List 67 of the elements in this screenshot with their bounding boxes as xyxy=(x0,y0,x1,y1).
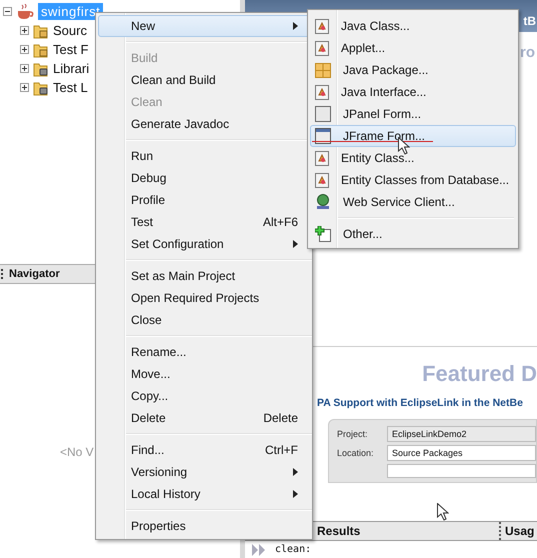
class-file-icon xyxy=(315,150,329,166)
menu-item[interactable]: Entity Class... xyxy=(310,147,516,169)
package-folder-icon xyxy=(33,42,49,58)
class-file-icon xyxy=(315,40,329,56)
menu-item[interactable]: Open Required Projects xyxy=(98,287,310,309)
menu-item[interactable]: Find... Ctrl+F xyxy=(98,439,310,461)
tree-item[interactable]: Test L xyxy=(53,80,88,95)
menu-item[interactable]: Generate Javadoc xyxy=(98,113,310,135)
coffee-cup-icon xyxy=(16,4,34,20)
empty-message: <No V xyxy=(60,445,94,459)
menu-item[interactable]: Java Package... xyxy=(310,59,516,81)
panel-title: Navigator xyxy=(9,268,60,280)
field-label: Location: xyxy=(337,448,375,458)
menu-item[interactable]: Run xyxy=(98,145,310,167)
grip-icon xyxy=(1,269,6,279)
menu-item[interactable]: Java Interface... xyxy=(310,81,516,103)
expand-toggle[interactable] xyxy=(20,83,29,92)
tree-item[interactable]: Librari xyxy=(53,61,90,76)
collapse-toggle[interactable] xyxy=(3,7,12,16)
menu-item[interactable]: Profile xyxy=(98,189,310,211)
class-file-icon xyxy=(315,172,329,188)
globe-icon xyxy=(315,194,331,210)
expand-toggle[interactable] xyxy=(20,64,29,73)
expand-toggle[interactable] xyxy=(20,26,29,35)
mouse-pointer-icon xyxy=(437,503,449,521)
menu-item[interactable]: Set Configuration xyxy=(98,233,310,255)
menu-item[interactable]: New xyxy=(98,15,310,37)
class-file-icon xyxy=(315,18,329,34)
tab-text: tB xyxy=(523,14,537,28)
menu-item[interactable]: Set as Main Project xyxy=(98,265,310,287)
package-folder-icon xyxy=(33,22,49,38)
menu-item[interactable]: Other... xyxy=(310,223,516,245)
menu-item[interactable]: Local History xyxy=(98,483,310,505)
new-file-icon xyxy=(315,226,331,242)
menu-item[interactable]: Entity Classes from Database... xyxy=(310,169,516,191)
menu-item[interactable]: Delete Delete xyxy=(98,407,310,429)
menu-item[interactable]: Versioning xyxy=(98,461,310,483)
menu-item[interactable]: Properties xyxy=(98,515,310,537)
field-value: Source Packages xyxy=(387,445,536,461)
featured-heading: Featured D xyxy=(422,361,537,387)
output-line: clean: xyxy=(275,544,312,555)
tree-item[interactable]: Test F xyxy=(53,42,88,57)
panel-icon xyxy=(315,106,331,122)
menu-item[interactable]: Applet... xyxy=(310,37,516,59)
library-folder-icon xyxy=(33,60,49,76)
menu-item[interactable]: Clean and Build xyxy=(98,69,310,91)
tree-item[interactable]: Sourc xyxy=(53,23,87,38)
expand-toggle[interactable] xyxy=(20,45,29,54)
menu-item[interactable]: Close xyxy=(98,309,310,331)
class-file-icon xyxy=(315,84,329,100)
menu-item[interactable]: Rename... xyxy=(98,341,310,363)
menu-item[interactable]: JPanel Form... xyxy=(310,103,516,125)
menu-item[interactable]: JFrame Form... xyxy=(310,125,516,147)
menu-item[interactable]: Web Service Client... xyxy=(310,191,516,213)
output-tab[interactable]: Usag xyxy=(499,522,537,540)
menu-item[interactable]: Test Alt+F6 xyxy=(98,211,310,233)
menu-item[interactable]: Move... xyxy=(98,363,310,385)
field-label: Project: xyxy=(337,429,369,439)
menu-item[interactable]: Copy... xyxy=(98,385,310,407)
menu-item[interactable]: Java Class... xyxy=(310,15,516,37)
heading-text: ro xyxy=(520,44,536,63)
window-icon xyxy=(315,128,331,144)
package-icon xyxy=(315,62,331,78)
menu-item[interactable]: Debug xyxy=(98,167,310,189)
library-folder-icon xyxy=(33,80,49,96)
field-value: EclipseLinkDemo2 xyxy=(387,426,536,442)
article-title: PA Support with EclipseLink in the NetBe xyxy=(316,396,524,409)
